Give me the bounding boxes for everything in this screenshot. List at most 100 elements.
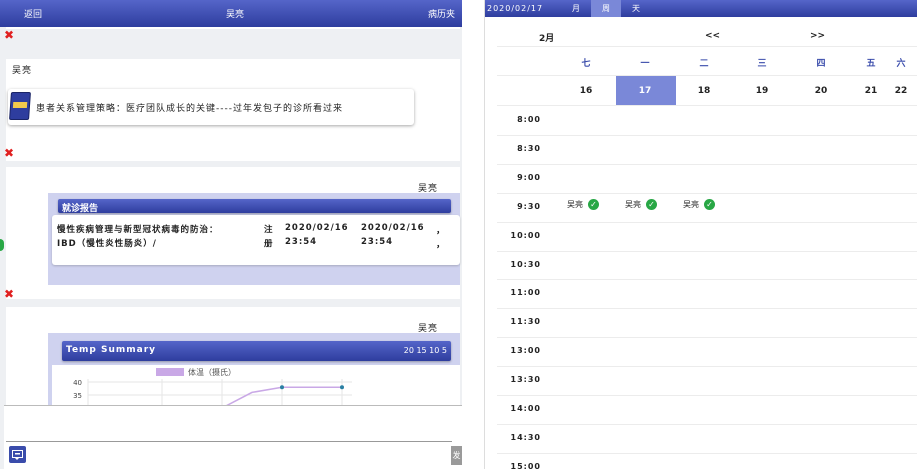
summary-title: Temp Summary (66, 345, 157, 355)
back-button[interactable]: 返回 (24, 7, 42, 20)
time-slot-label: 8:00 (517, 115, 541, 124)
article-bubble[interactable]: 患者关系管理策略：医疗团队成长的关键----过年发包子的诊所看过来 (8, 89, 414, 125)
failed-icon[interactable]: ✖ (4, 288, 14, 300)
chat-header: 返回 吴亮 病历夹 (0, 0, 462, 27)
event-name: 吴亮 (567, 199, 583, 209)
y-tick-label: 35 (73, 392, 82, 400)
day-cell[interactable]: 19 (750, 86, 774, 96)
appointment-event[interactable]: 吴亮 ✓ (567, 198, 599, 210)
view-day-tab[interactable]: 天 (621, 0, 651, 17)
time-slot-label: 9:00 (517, 172, 541, 182)
weekday-label: 七 (581, 59, 591, 69)
temp-point (280, 385, 284, 390)
weekday-label: 四 (816, 59, 826, 69)
view-week-tab[interactable]: 周 (591, 0, 621, 17)
report-name: 慢性疾病管理与新型冠状病毒的防治： (57, 225, 219, 235)
time-slot-line (497, 308, 917, 310)
day-cell[interactable]: 20 (809, 86, 833, 96)
time-slot-label: 11:00 (510, 288, 541, 298)
send-button[interactable]: 发 (451, 446, 462, 465)
confirmed-check-icon: ✓ (588, 198, 599, 210)
temp-chart: 体温（摄氏） 403530 (52, 365, 460, 405)
panel-edge (462, 0, 475, 469)
time-slot-line (497, 395, 917, 396)
time-slot-line (497, 337, 917, 339)
summary-range: 20 15 10 5 (403, 346, 447, 355)
time-slot-label: 14:30 (510, 432, 541, 442)
time-slot-line (497, 221, 917, 223)
event-name: 吴亮 (683, 199, 699, 209)
calendar-header: 2020/02/17 月 周 天 (485, 0, 917, 17)
article-title: 患者关系管理策略：医疗团队成长的关键----过年发包子的诊所看过来 (36, 104, 343, 114)
sender-name: 吴亮 (12, 66, 33, 76)
next-week-button[interactable]: >> (810, 31, 825, 41)
time-slot-label: 14:00 (510, 404, 541, 413)
chat-title: 吴亮 (225, 10, 244, 20)
report-header: 就诊报告 (58, 199, 451, 214)
message-list[interactable]: ✖ 吴亮 患者关系管理策略：医疗团队成长的关键----过年发包子的诊所看过来 ✖… (4, 27, 462, 405)
time-slot-label: 13:30 (510, 375, 541, 385)
temp-point (340, 385, 344, 390)
day-cell[interactable]: 21 (859, 86, 883, 96)
time-slot-label: 10:30 (510, 259, 541, 269)
day-cell[interactable]: 17 (633, 86, 657, 96)
month-label: 2月 (539, 34, 555, 44)
message-card: 吴亮 就诊报告 慢性疾病管理与新型冠状病毒的防治： IBD（慢性炎性肠炎）/ 注… (6, 167, 460, 299)
legend-label: 体温（摄氏） (188, 367, 236, 377)
message-card: 吴亮 Temp Summary 20 15 10 5 体温（摄氏） 403530 (6, 307, 460, 405)
chat-panel: 返回 吴亮 病历夹 ✖ 吴亮 患者关系管理策略：医疗团队成长的关键----过年发… (0, 0, 475, 469)
view-month-tab[interactable]: 月 (561, 0, 591, 17)
day-cell[interactable]: 16 (574, 86, 598, 96)
legend-swatch (156, 368, 184, 376)
divider (6, 441, 452, 442)
event-name: 吴亮 (625, 199, 641, 209)
attach-button[interactable] (9, 446, 26, 463)
report-name-2: IBD（慢性炎性肠炎）/ (57, 239, 157, 249)
time-slot-line (497, 452, 917, 454)
appointment-event[interactable]: 吴亮 ✓ (625, 198, 657, 210)
report-time: 23:54 (285, 237, 318, 247)
report-status-2: 册 (264, 239, 273, 249)
time-slot-line (497, 134, 917, 136)
time-slot-line (497, 423, 917, 425)
confirmed-check-icon: ✓ (704, 198, 715, 210)
time-slot-line (497, 250, 917, 252)
weekday-label: 一 (640, 59, 650, 69)
history-button[interactable]: 病历夹 (428, 7, 455, 20)
temp-chart-svg: 体温（摄氏） 403530 (73, 367, 352, 405)
report-time-2: 23:54 (361, 237, 394, 247)
time-slot-label: 15:00 (510, 461, 541, 469)
time-slot-line (497, 192, 917, 194)
summary-header: Temp Summary 20 15 10 5 (62, 341, 451, 361)
calendar-panel: 2020/02/17 月 周 天 2月 << >> 七 一 二 三 四 五 六 16 17 18… (484, 0, 917, 469)
report-status: 注 (264, 225, 273, 235)
time-slot-label: 10:00 (510, 230, 541, 240)
day-cell[interactable]: 22 (889, 86, 913, 96)
report-sep: ， (436, 226, 446, 236)
report-bubble[interactable]: 慢性疾病管理与新型冠状病毒的防治： IBD（慢性炎性肠炎）/ 注 册 2020/… (52, 215, 460, 265)
report-date-2: 2020/02/16 (361, 223, 425, 233)
prev-week-button[interactable]: << (705, 31, 720, 41)
time-slot-line (497, 279, 917, 281)
confirmed-check-icon: ✓ (646, 198, 657, 210)
day-cell[interactable]: 18 (692, 86, 716, 96)
input-area[interactable] (4, 405, 462, 469)
time-slot-label: 13:00 (510, 346, 541, 356)
current-date: 2020/02/17 (487, 4, 544, 13)
report-sep-2: ， (436, 240, 446, 250)
article-icon (9, 92, 31, 120)
time-slot-label: 9:30 (517, 201, 541, 211)
y-tick-label: 40 (73, 379, 82, 387)
weekday-label: 六 (896, 59, 906, 69)
time-slot-line (497, 163, 917, 165)
report-date: 2020/02/16 (285, 223, 349, 233)
message-card: 吴亮 患者关系管理策略：医疗团队成长的关键----过年发包子的诊所看过来 (6, 59, 460, 161)
weekday-label: 三 (757, 59, 767, 69)
weekday-label: 二 (699, 59, 709, 69)
failed-icon[interactable]: ✖ (4, 147, 14, 159)
appointment-event[interactable]: 吴亮 ✓ (683, 198, 715, 210)
failed-icon[interactable]: ✖ (4, 29, 14, 41)
time-slot-label: 8:30 (517, 143, 541, 153)
weekday-label: 五 (866, 59, 876, 69)
report-title: 就诊报告 (62, 204, 99, 214)
